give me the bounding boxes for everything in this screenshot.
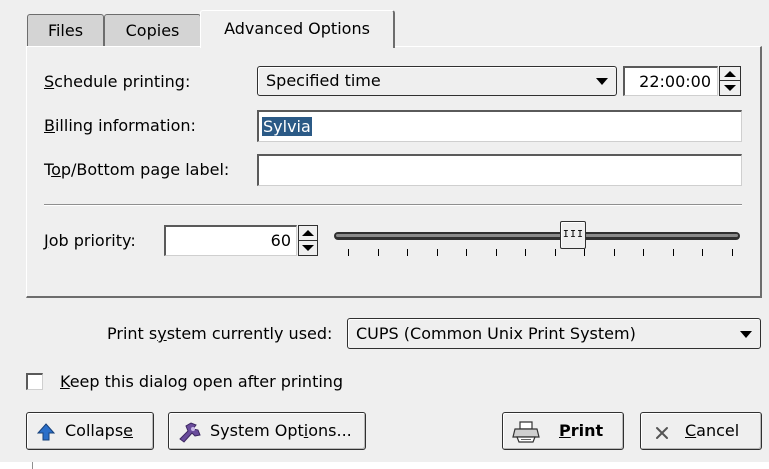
slider-tick [378,249,379,256]
schedule-printing-select[interactable]: Specified time [257,66,617,96]
triangle-down-icon [302,244,314,251]
tab-advanced-options-label: Advanced Options [224,19,370,38]
job-priority-label: Job priority: [44,231,136,250]
time-increment-button[interactable] [720,67,740,81]
priority-increment-button[interactable] [299,226,317,241]
print-button[interactable]: Print [502,412,624,450]
time-decrement-button[interactable] [720,81,740,95]
schedule-time-value: 22:00:00 [639,72,711,91]
print-dialog: Files Copies Advanced Options Schedule p… [0,0,769,469]
schedule-time-input[interactable]: 22:00:00 [623,66,718,96]
bottom-edge-tick [32,462,33,469]
slider-handle[interactable]: III [560,221,587,249]
keep-dialog-open-label[interactable]: Keep this dialog open after printing [60,370,343,394]
slider-tick [525,249,526,256]
slider-tick [466,249,467,256]
slider-tick [407,249,408,256]
tab-advanced-options[interactable]: Advanced Options [200,10,395,48]
page-label-label: Top/Bottom page label: [44,160,230,179]
slider-tick [614,249,615,256]
printer-icon [512,420,540,448]
print-system-label: Print system currently used: [107,324,333,343]
slider-tick [702,249,703,256]
tab-files-label: Files [47,21,84,40]
system-options-button[interactable]: System Options... [168,412,366,450]
job-priority-slider[interactable] [334,232,740,240]
chevron-down-icon [596,78,608,85]
tab-files[interactable]: Files [27,14,104,47]
triangle-down-icon [724,85,736,91]
slider-tick [437,249,438,256]
billing-information-value: Sylvia [262,117,312,136]
print-system-select[interactable]: CUPS (Common Unix Print System) [347,318,761,349]
triangle-up-icon [724,70,736,77]
schedule-printing-value: Specified time [266,71,381,90]
wrench-icon [178,421,202,447]
slider-tick [673,249,674,256]
collapse-button[interactable]: Collapse [26,412,154,450]
slider-tick [555,249,556,256]
chevron-down-icon [740,331,752,338]
tab-copies[interactable]: Copies [104,14,201,47]
tab-copies-label: Copies [125,21,180,40]
separator [44,204,742,206]
slider-tick [496,249,497,256]
slider-tick [732,249,733,256]
bottom-edge [0,462,769,469]
close-icon [655,425,669,444]
slider-tick [584,249,585,256]
job-priority-value: 60 [270,231,291,250]
billing-information-label: Billing information: [44,116,196,135]
page-label-input[interactable] [257,154,742,186]
slider-tick [643,249,644,256]
schedule-time-spinner[interactable] [719,66,741,96]
schedule-printing-label: Schedule printing: [44,72,191,91]
slider-tick [348,249,349,256]
billing-information-input[interactable]: Sylvia [257,110,742,142]
print-system-value: CUPS (Common Unix Print System) [356,324,636,343]
cancel-button[interactable]: Cancel [640,412,762,450]
triangle-up-icon [302,229,314,236]
slider-groove [336,234,738,237]
keep-dialog-open-checkbox[interactable] [26,373,43,390]
job-priority-spinner[interactable] [298,225,318,256]
priority-decrement-button[interactable] [299,241,317,256]
arrow-up-icon [36,423,56,445]
job-priority-input[interactable]: 60 [164,225,297,256]
